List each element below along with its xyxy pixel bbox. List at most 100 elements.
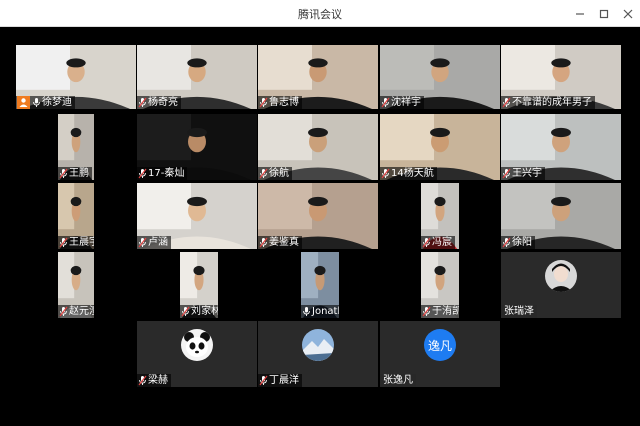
video-grid: 徐梦迪 杨奇亮 鲁志博 沈祥宇 不靠谱的成年男子王鹏 17-秦灿 徐航 14杨天航 王兴宇王晨宇… [0, 27, 640, 426]
participant-name: 王晨宇 [69, 237, 94, 248]
participant-label: 姜鉴真 [258, 236, 302, 249]
mic-muted-icon [138, 97, 147, 108]
participant-tile[interactable]: 杨奇亮 [137, 45, 257, 109]
avatar [181, 329, 213, 361]
participant-tile[interactable]: 徐梦迪 [16, 45, 136, 109]
participant-tile[interactable]: 王兴宇 [501, 114, 621, 180]
participant-tile[interactable]: 14杨天航 [380, 114, 500, 180]
participant-tile[interactable]: Jonathan [301, 252, 339, 318]
participant-tile[interactable]: 卢涵 [137, 183, 257, 249]
participant-tile[interactable]: 赵元澧 [58, 252, 94, 318]
participant-name: 徐航 [269, 168, 289, 179]
participant-label: 徐航 [258, 167, 292, 180]
mic-icon [32, 97, 41, 108]
participant-label: 冯宸 [421, 236, 455, 249]
mic-muted-icon [181, 306, 190, 317]
mic-muted-icon [502, 97, 511, 108]
participant-label: 徐阳 [501, 236, 535, 249]
participant-label: 赵元澧 [58, 305, 94, 318]
participant-tile[interactable]: 逸凡张逸凡 [380, 321, 500, 387]
mic-muted-icon [381, 97, 390, 108]
participant-label: 张逸凡 [380, 374, 416, 387]
participant-name: 14杨天航 [391, 168, 434, 179]
participant-tile[interactable]: 丁晨洋 [258, 321, 378, 387]
mic-muted-icon [59, 306, 68, 317]
participant-name: 梁赫 [148, 375, 168, 386]
participant-name: 徐阳 [512, 237, 532, 248]
participant-name: 不靠谱的成年男子 [512, 97, 592, 108]
participant-tile[interactable]: 梁赫 [137, 321, 257, 387]
mic-muted-icon [259, 375, 268, 386]
avatar [545, 260, 577, 292]
participant-label: 王晨宇 [58, 236, 94, 249]
window-title: 腾讯会议 [298, 8, 342, 21]
participant-tile[interactable]: 于洧凯 [421, 252, 459, 318]
participant-name: 王兴宇 [512, 168, 542, 179]
mic-muted-icon [138, 237, 147, 248]
mic-muted-icon [59, 237, 68, 248]
avatar [302, 329, 334, 361]
participant-tile[interactable]: 王晨宇 [58, 183, 94, 249]
participant-label: 徐梦迪 [16, 96, 75, 109]
mic-muted-icon [259, 237, 268, 248]
mic-muted-icon [502, 237, 511, 248]
participant-label: 卢涵 [137, 236, 171, 249]
participant-label: 17-秦灿 [137, 167, 188, 180]
mic-muted-icon [138, 168, 147, 179]
participant-label: Jonathan [301, 305, 339, 318]
participant-tile[interactable]: 王鹏 [58, 114, 94, 180]
participant-name: 鲁志博 [269, 97, 299, 108]
participant-name: 徐梦迪 [42, 97, 72, 108]
mic-muted-icon [138, 375, 147, 386]
participant-label: 刘家林 [180, 305, 218, 318]
participant-tile[interactable]: 徐航 [258, 114, 378, 180]
mic-icon [302, 306, 311, 317]
participant-tile[interactable]: 不靠谱的成年男子 [501, 45, 621, 109]
participant-name: Jonathan [312, 306, 339, 317]
participant-label: 丁晨洋 [258, 374, 302, 387]
participant-label: 王兴宇 [501, 167, 545, 180]
participant-name: 刘家林 [191, 306, 218, 317]
participant-name: 17-秦灿 [148, 168, 185, 179]
mic-muted-icon [59, 168, 68, 179]
participant-tile[interactable]: 冯宸 [421, 183, 459, 249]
participant-tile[interactable]: 鲁志博 [258, 45, 378, 109]
participant-label: 于洧凯 [421, 305, 459, 318]
mic-muted-icon [259, 97, 268, 108]
participant-name: 张逸凡 [383, 375, 413, 386]
participant-label: 王鹏 [58, 167, 92, 180]
participant-name: 冯宸 [432, 237, 452, 248]
participant-name: 姜鉴真 [269, 237, 299, 248]
participant-name: 王鹏 [69, 168, 89, 179]
mic-muted-icon [422, 306, 431, 317]
participant-tile[interactable]: 17-秦灿 [137, 114, 257, 180]
avatar: 逸凡 [424, 329, 456, 361]
host-icon [17, 96, 30, 109]
mic-muted-icon [381, 168, 390, 179]
participant-name: 沈祥宇 [391, 97, 421, 108]
mic-muted-icon [422, 237, 431, 248]
participant-label: 不靠谱的成年男子 [501, 96, 595, 109]
participant-label: 沈祥宇 [380, 96, 424, 109]
participant-name: 丁晨洋 [269, 375, 299, 386]
close-button[interactable] [620, 6, 636, 22]
participant-tile[interactable]: 刘家林 [180, 252, 218, 318]
participant-tile[interactable]: 张瑞泽 [501, 252, 621, 318]
participant-name: 卢涵 [148, 237, 168, 248]
participant-name: 赵元澧 [69, 306, 94, 317]
participant-label: 梁赫 [137, 374, 171, 387]
participant-tile[interactable]: 姜鉴真 [258, 183, 378, 249]
maximize-button[interactable] [596, 6, 612, 22]
participant-tile[interactable]: 沈祥宇 [380, 45, 500, 109]
meeting-window: 腾讯会议 徐梦迪 杨奇亮 鲁志博 沈祥宇 不靠谱的成年男子 王鹏 17-秦灿 徐航 14杨天航王… [0, 0, 640, 426]
mic-muted-icon [259, 168, 268, 179]
participant-label: 14杨天航 [380, 167, 437, 180]
participant-name: 于洧凯 [432, 306, 459, 317]
participant-tile[interactable]: 徐阳 [501, 183, 621, 249]
minimize-button[interactable] [572, 6, 588, 22]
participant-label: 鲁志博 [258, 96, 302, 109]
participant-label: 杨奇亮 [137, 96, 181, 109]
participant-label: 张瑞泽 [501, 305, 537, 318]
participant-name: 张瑞泽 [504, 306, 534, 317]
participant-name: 杨奇亮 [148, 97, 178, 108]
